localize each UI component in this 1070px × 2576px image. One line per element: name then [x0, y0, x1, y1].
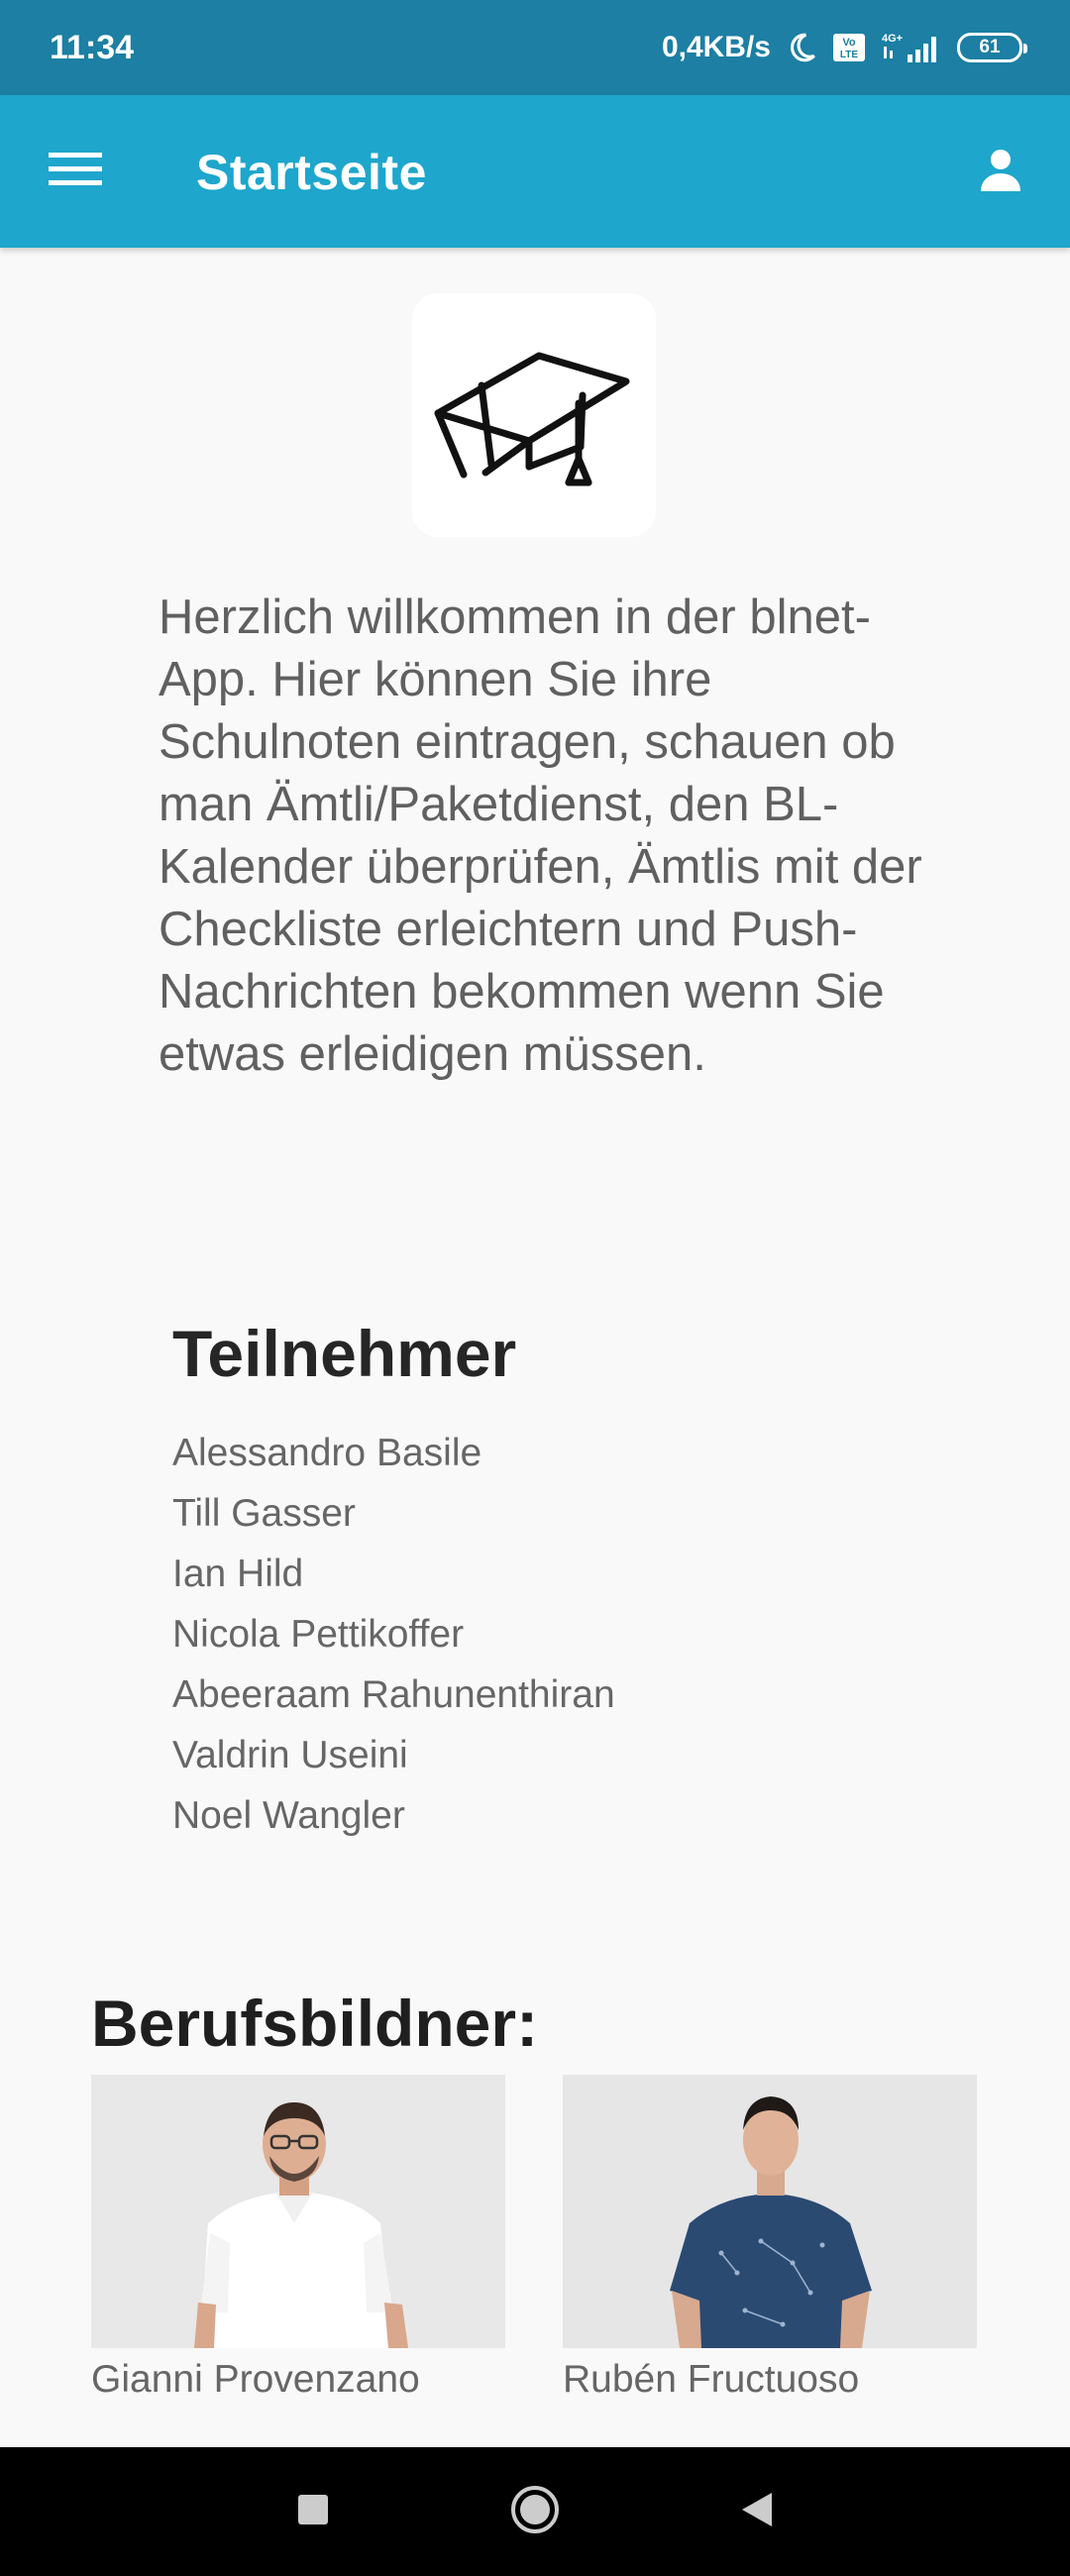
trainer-card: Gianni Provenzano [91, 2075, 505, 2404]
participants-title: Teilnehmer [172, 1317, 517, 1390]
participant-name: Till Gasser [172, 1492, 356, 1535]
status-bar: 11:34 0,4KB/s Vo LTE 4G+ 61 [0, 0, 1070, 95]
app-bar: Startseite [0, 95, 1070, 248]
status-indicators: 0,4KB/s Vo LTE 4G+ 61 [661, 31, 1027, 64]
trainers-title: Berufsbildner: [91, 1986, 539, 2060]
app-logo [412, 293, 656, 537]
participant-name: Valdrin Useini [172, 1734, 408, 1776]
back-button[interactable] [721, 2477, 791, 2546]
trainer-card: Rubén Fructuoso [563, 2075, 977, 2404]
hamburger-menu-icon [49, 150, 102, 194]
person-icon [977, 146, 1024, 198]
participant-name: Abeeraam Rahunenthiran [172, 1673, 615, 1716]
triangle-back-icon [738, 2491, 774, 2533]
battery-indicator: 61 [957, 33, 1027, 62]
menu-button[interactable] [36, 135, 115, 208]
trainer-photo [91, 2075, 505, 2348]
participant-name: Nicola Pettikoffer [172, 1613, 465, 1656]
profile-button[interactable] [961, 135, 1040, 208]
signal-icon: 4G+ [880, 31, 943, 64]
volte-bottom-label: LTE [840, 50, 858, 60]
graduation-cap-icon [430, 334, 638, 497]
trainer-name: Rubén Fructuoso [563, 2358, 860, 2401]
recents-button[interactable] [278, 2477, 348, 2546]
participant-name: Ian Hild [172, 1553, 304, 1595]
participant-name: Alessandro Basile [172, 1432, 482, 1474]
moon-icon [785, 31, 818, 64]
network-type-label: 4G+ [882, 33, 903, 45]
volte-icon: Vo LTE [832, 33, 866, 62]
participant-name: Noel Wangler [172, 1794, 405, 1837]
volte-top-label: Vo [842, 37, 856, 49]
square-recents-icon [296, 2493, 330, 2531]
participants-list: Alessandro Basile Till Gasser Ian Hild N… [172, 1423, 615, 1846]
circle-home-icon [509, 2484, 561, 2540]
network-speed: 0,4KB/s [661, 31, 771, 63]
navigation-bar [0, 2447, 1070, 2576]
home-button[interactable] [500, 2477, 570, 2546]
welcome-text: Herzlich willkommen in der blnet-App. Hi… [159, 590, 922, 1081]
status-time: 11:34 [50, 28, 135, 66]
trainer-name: Gianni Provenzano [91, 2358, 420, 2401]
page-title: Startseite [196, 145, 427, 200]
trainer-photo [563, 2075, 977, 2348]
